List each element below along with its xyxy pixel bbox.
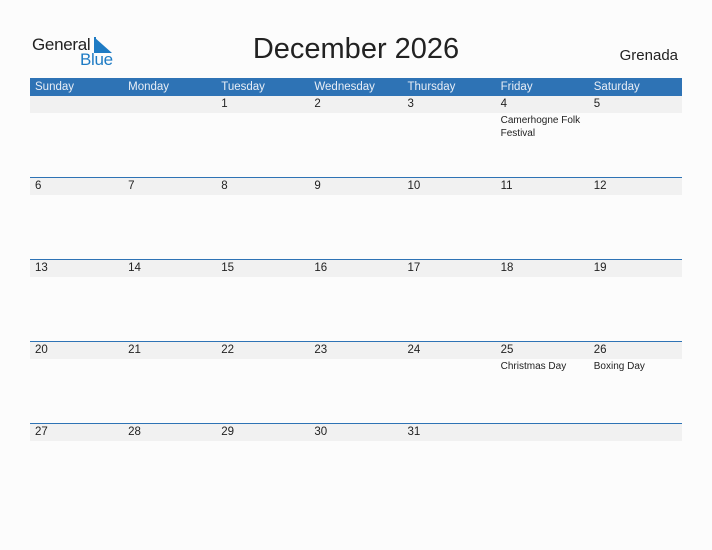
day-number: 8 [221, 180, 228, 192]
events-row [30, 277, 682, 278]
day-number: 9 [314, 180, 321, 192]
holiday-event [309, 195, 402, 196]
day-number: 14 [128, 262, 141, 274]
day-number: 2 [314, 98, 321, 110]
country-label: Grenada [619, 47, 678, 64]
weekday-sunday: Sunday [35, 81, 75, 93]
holiday-event [216, 441, 309, 442]
weekday-header: Sunday Monday Tuesday Wednesday Thursday… [30, 78, 682, 96]
holiday-event [123, 113, 216, 140]
holiday-event [403, 113, 496, 140]
day-number: 17 [407, 262, 421, 274]
holiday-event [123, 195, 216, 196]
weekday-thursday: Thursday [407, 81, 456, 93]
holiday-event: Christmas Day [500, 361, 567, 372]
holiday-event [216, 113, 309, 140]
holiday-event: Boxing Day [593, 361, 645, 372]
holiday-event [309, 441, 402, 442]
day-number: 20 [35, 344, 48, 356]
day-number: 25 [500, 344, 514, 356]
day-number: 5 [593, 98, 601, 110]
weekday-monday: Monday [128, 81, 170, 93]
day-number: 1 [221, 98, 228, 110]
weeks-container: 1 2 3 4 5 Camerhogne Folk Festival 6 7 8 9 10 11 12 1… [30, 96, 682, 505]
day-number: 21 [128, 344, 141, 356]
day-number-bar: 1 2 3 4 5 [30, 96, 682, 113]
holiday-event [30, 113, 123, 140]
day-number: 16 [314, 262, 328, 274]
day-number: 29 [221, 426, 235, 438]
day-number: 27 [35, 426, 48, 438]
day-number-bar: 6 7 8 9 10 11 12 [30, 178, 682, 195]
day-number: 18 [500, 262, 514, 274]
holiday-event [589, 277, 682, 278]
day-number: 31 [407, 426, 421, 438]
day-number: 23 [314, 344, 328, 356]
holiday-event [123, 359, 216, 373]
weekday-friday: Friday [500, 81, 533, 93]
week-row: 1 2 3 4 5 Camerhogne Folk Festival [30, 96, 682, 177]
week-row: 13 14 15 16 17 18 19 [30, 259, 682, 341]
weekday-saturday: Saturday [593, 81, 640, 93]
week-row: 20 21 22 23 24 25 26 Christmas Day Boxing Day [30, 341, 682, 423]
day-number: 15 [221, 262, 235, 274]
holiday-event [403, 195, 496, 196]
holiday-event [216, 195, 309, 196]
day-number [496, 424, 589, 441]
holiday-event [30, 359, 123, 373]
holiday-event [403, 277, 496, 278]
holiday-event [216, 359, 309, 373]
day-number: 10 [407, 180, 421, 192]
holiday-event [309, 277, 402, 278]
holiday-event: Camerhogne Folk Festival [500, 115, 581, 139]
holiday-event [589, 195, 682, 196]
calendar-grid: Sunday Monday Tuesday Wednesday Thursday… [30, 78, 682, 505]
holiday-event [123, 277, 216, 278]
week-row: 27 28 29 30 31 [30, 423, 682, 505]
day-number [30, 96, 123, 113]
day-number [123, 96, 216, 113]
holiday-event [123, 441, 216, 442]
day-number: 26 [593, 344, 607, 356]
day-number: 7 [128, 180, 135, 192]
day-number: 12 [593, 180, 607, 192]
day-number: 6 [35, 180, 42, 192]
events-row: Camerhogne Folk Festival [30, 113, 682, 140]
events-row [30, 441, 682, 442]
holiday-event [496, 277, 589, 278]
day-number: 19 [593, 262, 607, 274]
events-row [30, 195, 682, 196]
page-title: December 2026 [252, 33, 460, 65]
day-number: 30 [314, 426, 328, 438]
day-number: 11 [500, 180, 513, 192]
holiday-event [216, 277, 309, 278]
weekday-wednesday: Wednesday [314, 81, 375, 93]
holiday-event [309, 113, 402, 140]
day-number: 22 [221, 344, 235, 356]
holiday-event [30, 441, 123, 442]
holiday-event [496, 441, 589, 442]
holiday-event [589, 441, 682, 442]
day-number [589, 424, 682, 441]
day-number: 24 [407, 344, 421, 356]
holiday-event [403, 441, 496, 442]
weekday-tuesday: Tuesday [221, 81, 265, 93]
holiday-event [403, 359, 496, 373]
day-number-bar: 13 14 15 16 17 18 19 [30, 260, 682, 277]
holiday-event [496, 195, 589, 196]
holiday-event [30, 195, 123, 196]
holiday-event [30, 277, 123, 278]
week-row: 6 7 8 9 10 11 12 [30, 177, 682, 259]
holiday-event [309, 359, 402, 373]
holiday-event [589, 113, 682, 140]
day-number: 13 [35, 262, 48, 274]
day-number: 28 [128, 426, 141, 438]
day-number: 4 [500, 98, 508, 110]
day-number-bar: 20 21 22 23 24 25 26 [30, 342, 682, 359]
events-row: Christmas Day Boxing Day [30, 359, 682, 373]
day-number: 3 [407, 98, 414, 110]
day-number-bar: 27 28 29 30 31 [30, 424, 682, 441]
